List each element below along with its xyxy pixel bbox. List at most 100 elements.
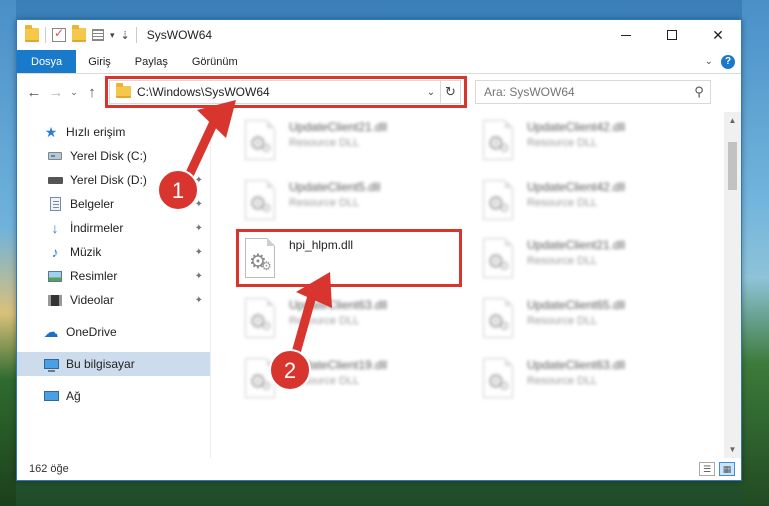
vertical-scrollbar[interactable]: ▲ ▼ <box>724 112 741 458</box>
file-tile[interactable]: ⚙ ⚙ UpdateClient21.dll Resource DLL <box>241 116 461 168</box>
network-icon <box>43 389 59 403</box>
drive-icon <box>47 173 63 187</box>
scrollbar-thumb[interactable] <box>728 142 737 190</box>
tab-view[interactable]: Görünüm <box>180 50 250 73</box>
pin-icon[interactable]: ✦ <box>195 151 203 162</box>
customize-toolbar-icon[interactable] <box>92 29 104 41</box>
file-tile[interactable]: ⚙ ⚙ UpdateClient65.dll Resource DLL <box>479 294 699 346</box>
drive-icon <box>47 149 63 163</box>
toolbar-customize-icon[interactable]: ⇣ <box>121 29 130 42</box>
file-type: Resource DLL <box>289 197 360 209</box>
up-button[interactable]: ↑ <box>81 84 103 101</box>
file-tile[interactable]: ⚙ ⚙ UpdateClient19.dll Resource DLL <box>241 354 461 406</box>
minimize-button[interactable] <box>603 20 649 50</box>
navigation-row: ← → ⌄ ↑ C:\Windows\SysWOW64 ⌄ ↻ ⚲ <box>17 74 741 110</box>
pin-icon[interactable]: ✦ <box>195 295 203 306</box>
tab-home[interactable]: Giriş <box>76 50 123 73</box>
file-name: UpdateClient42.dll <box>527 120 626 134</box>
dll-file-icon: ⚙ ⚙ <box>241 180 279 224</box>
sidebar-item-network[interactable]: Ağ <box>17 384 211 408</box>
file-type: Resource DLL <box>527 197 598 209</box>
content-area: ★ Hızlı erişim Yerel Disk (C:) ✦ Yerel D… <box>17 112 741 458</box>
expand-ribbon-icon[interactable]: ⌄ <box>705 56 713 67</box>
desktop-background-left <box>0 0 16 506</box>
toolbar-dropdown-icon[interactable]: ▾ <box>110 30 115 41</box>
navigation-pane: ★ Hızlı erişim Yerel Disk (C:) ✦ Yerel D… <box>17 112 211 458</box>
sidebar-item-label: Resimler <box>70 269 118 283</box>
file-tile[interactable]: ⚙ ⚙ UpdateClient63.dll Resource DLL <box>241 294 461 346</box>
search-box[interactable]: ⚲ <box>475 80 711 104</box>
file-tile[interactable]: ⚙ ⚙ UpdateClient5.dll Resource DLL <box>241 176 461 228</box>
close-button[interactable]: ✕ <box>695 20 741 50</box>
sidebar-item-this-pc[interactable]: Bu bilgisayar <box>17 352 211 376</box>
scroll-down-icon[interactable]: ▼ <box>724 441 741 458</box>
documents-icon <box>47 197 63 211</box>
file-tile-hpi-hlpm[interactable]: ⚙ ⚙ hpi_hlpm.dll <box>241 234 461 286</box>
dll-file-icon: ⚙ ⚙ <box>479 358 517 402</box>
maximize-button[interactable] <box>649 20 695 50</box>
address-dropdown-icon[interactable]: ⌄ <box>422 87 440 98</box>
quick-access-toolbar: ▾ ⇣ <box>17 25 137 43</box>
videos-icon <box>47 293 63 307</box>
details-view-icon[interactable]: ☰ <box>699 462 715 476</box>
file-name: UpdateClient63.dll <box>289 298 388 312</box>
tab-file[interactable]: Dosya <box>17 50 77 73</box>
back-button[interactable]: ← <box>23 84 45 101</box>
address-bar[interactable]: C:\Windows\SysWOW64 ⌄ ↻ <box>105 76 467 108</box>
dll-file-icon: ⚙ ⚙ <box>479 120 517 164</box>
dll-file-icon: ⚙ ⚙ <box>241 120 279 164</box>
address-path[interactable]: C:\Windows\SysWOW64 <box>137 85 422 99</box>
file-type: Resource DLL <box>527 255 598 267</box>
file-type: Resource DLL <box>289 315 360 327</box>
item-count: 162 öğe <box>29 463 69 475</box>
computer-icon <box>43 357 59 372</box>
file-tile[interactable]: ⚙ ⚙ UpdateClient63.dll Resource DLL <box>479 354 699 406</box>
tab-share[interactable]: Paylaş <box>123 50 180 73</box>
sidebar-item-local-disk-d[interactable]: Yerel Disk (D:) ✦ <box>17 168 211 192</box>
scroll-up-icon[interactable]: ▲ <box>724 112 741 129</box>
sidebar-item-label: Belgeler <box>70 197 115 211</box>
sidebar-item-label: Yerel Disk (D:) <box>70 173 147 187</box>
dll-file-icon: ⚙ ⚙ <box>241 358 279 402</box>
tiles-view-icon[interactable]: ▦ <box>719 462 735 476</box>
window-title: SysWOW64 <box>146 28 213 42</box>
folder-icon <box>116 83 131 98</box>
sidebar-item-quick-access[interactable]: ★ Hızlı erişim <box>17 120 211 144</box>
search-icon[interactable]: ⚲ <box>688 84 710 100</box>
view-buttons: ☰ ▦ <box>699 462 741 476</box>
file-tile[interactable]: ⚙ ⚙ UpdateClient21.dll Resource DLL <box>479 234 699 286</box>
properties-icon[interactable] <box>52 26 66 42</box>
refresh-button[interactable]: ↻ <box>440 81 460 103</box>
dll-file-icon: ⚙ ⚙ <box>479 238 517 282</box>
file-tile[interactable]: ⚙ ⚙ UpdateClient42.dll Resource DLL <box>479 176 699 228</box>
pin-icon[interactable]: ✦ <box>195 175 203 186</box>
pin-icon[interactable]: ✦ <box>195 247 203 258</box>
file-name: UpdateClient21.dll <box>289 120 388 134</box>
file-name: hpi_hlpm.dll <box>289 238 354 252</box>
pin-icon[interactable]: ✦ <box>195 271 203 282</box>
sidebar-item-documents[interactable]: Belgeler ✦ <box>17 192 211 216</box>
file-name: UpdateClient65.dll <box>527 298 626 312</box>
sidebar-item-downloads[interactable]: ↓ İndirmeler ✦ <box>17 216 211 240</box>
sidebar-item-onedrive[interactable]: ☁ OneDrive <box>17 320 211 344</box>
pictures-icon <box>47 269 63 283</box>
file-type: Resource DLL <box>289 137 360 149</box>
sidebar-item-pictures[interactable]: Resimler ✦ <box>17 264 211 288</box>
help-icon[interactable]: ? <box>721 54 735 69</box>
minimize-icon <box>621 34 631 36</box>
file-name: UpdateClient42.dll <box>527 180 626 194</box>
sidebar-item-videos[interactable]: Videolar ✦ <box>17 288 211 312</box>
sidebar-item-label: Yerel Disk (C:) <box>70 149 147 163</box>
explorer-window: ▾ ⇣ SysWOW64 ✕ Dosya Giriş Paylaş Görünü… <box>16 19 742 481</box>
pin-icon[interactable]: ✦ <box>195 199 203 210</box>
pin-icon[interactable]: ✦ <box>195 223 203 234</box>
sidebar-item-local-disk-c[interactable]: Yerel Disk (C:) ✦ <box>17 144 211 168</box>
sidebar-item-music[interactable]: ♪ Müzik ✦ <box>17 240 211 264</box>
file-tile[interactable]: ⚙ ⚙ UpdateClient42.dll Resource DLL <box>479 116 699 168</box>
search-input[interactable] <box>484 85 688 99</box>
file-name: UpdateClient5.dll <box>289 180 381 194</box>
new-folder-icon[interactable] <box>72 25 86 42</box>
forward-button[interactable]: → <box>45 84 67 101</box>
recent-locations-icon[interactable]: ⌄ <box>67 87 81 98</box>
